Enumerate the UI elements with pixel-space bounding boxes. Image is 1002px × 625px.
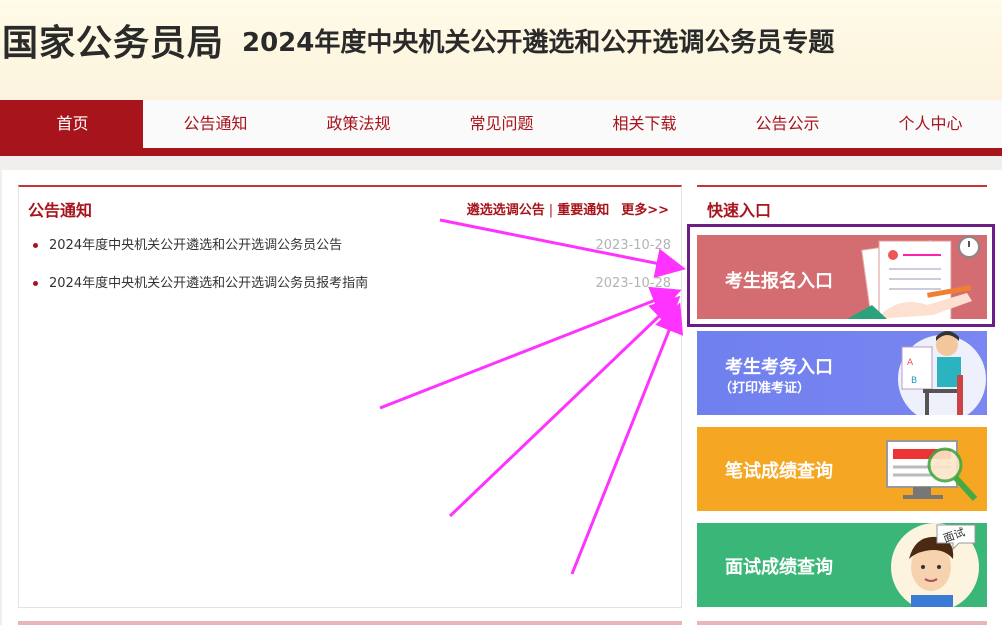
nav-item-home[interactable]: 首页 [0, 100, 143, 148]
notice-item-date: 2023-10-28 [595, 238, 671, 253]
site-name[interactable]: 国家公务员局 [2, 14, 224, 66]
notice-links: 遴选选调公告 | 重要通知 更多>> [467, 199, 669, 218]
exam-affairs-sublabel: （打印准考证） [719, 381, 811, 396]
notice-item-date: 2023-10-28 [595, 276, 671, 291]
bullet-dot-icon [33, 281, 38, 286]
topic-title: 2024年度中央机关公开遴选和公开选调公务员专题 [242, 28, 835, 58]
site-header: 国家公务员局 2024年度中央机关公开遴选和公开选调公务员专题 [0, 0, 1002, 100]
nav-underline-bar [0, 148, 1002, 156]
written-test-score-button[interactable]: 笔试成绩查询 [697, 427, 987, 511]
notice-panel-title: 公告通知 [28, 201, 93, 220]
quick-entry-title: 快速入口 [707, 201, 772, 220]
list-item: 2024年度中央机关公开遴选和公开选调公务员公告 2023-10-28 [31, 237, 671, 275]
notice-item-link[interactable]: 2024年度中央机关公开遴选和公开选调公务员报考指南 [49, 275, 368, 293]
link-important-notices[interactable]: 重要通知 [557, 203, 609, 218]
notice-panel: 公告通知 遴选选调公告 | 重要通知 更多>> 2024年度中央机关公开遴选和公开选调… [18, 185, 682, 608]
bottom-border-left [18, 621, 682, 625]
notice-list: 2024年度中央机关公开遴选和公开选调公务员公告 2023-10-28 2024… [31, 237, 671, 313]
link-separator: | [548, 203, 554, 218]
written-test-score-label: 笔试成绩查询 [725, 461, 833, 482]
link-selection-announcements[interactable]: 遴选选调公告 [467, 203, 545, 218]
nav-item-faq[interactable]: 常见问题 [430, 100, 573, 148]
notice-item-link[interactable]: 2024年度中央机关公开遴选和公开选调公务员公告 [49, 237, 342, 255]
nav-item-downloads[interactable]: 相关下载 [573, 100, 716, 148]
nav-item-policies[interactable]: 政策法规 [287, 100, 430, 148]
bottom-border-right [697, 621, 987, 625]
svg-text:B: B [911, 376, 917, 386]
list-item: 2024年度中央机关公开遴选和公开选调公务员报考指南 2023-10-28 [31, 275, 671, 313]
nav-item-announcements[interactable]: 公告通知 [144, 100, 287, 148]
nav-item-public-notices[interactable]: 公告公示 [716, 100, 859, 148]
candidate-exam-affairs-button[interactable]: A B 考生考务入口 （打印准考证） [697, 331, 987, 415]
more-link[interactable]: 更多>> [621, 203, 669, 218]
interview-score-label: 面试成绩查询 [725, 557, 833, 578]
nav-item-personal-center[interactable]: 个人中心 [859, 100, 1002, 148]
interview-score-button[interactable]: 面试 面试成绩查询 [697, 523, 987, 607]
svg-text:A: A [907, 358, 914, 368]
main-nav: 首页 公告通知 政策法规 常见问题 相关下载 公告公示 个人中心 [0, 100, 1002, 156]
exam-affairs-label: 考生考务入口 [725, 357, 833, 378]
bullet-dot-icon [33, 243, 38, 248]
registration-highlight-box [687, 224, 995, 327]
